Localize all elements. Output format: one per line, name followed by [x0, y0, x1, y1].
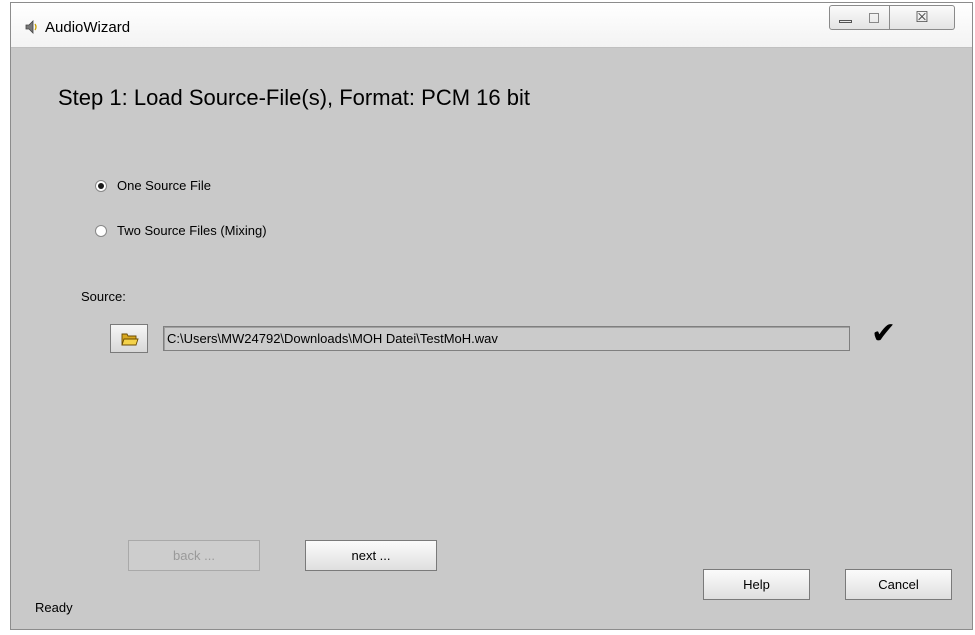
- radio-button[interactable]: [95, 224, 107, 237]
- radio-two-sources[interactable]: Two Source Files (Mixing): [95, 223, 267, 238]
- speaker-icon: [24, 20, 38, 34]
- help-button[interactable]: Help: [703, 569, 810, 600]
- source-path-field[interactable]: C:\Users\MW24792\Downloads\MOH Datei\Tes…: [163, 326, 850, 351]
- maximize-button[interactable]: [859, 5, 890, 30]
- minimize-icon: [839, 20, 852, 23]
- window-title: AudioWizard: [45, 19, 131, 36]
- source-label: Source:: [81, 289, 126, 304]
- checkmark-icon: ✔: [871, 317, 897, 350]
- folder-open-icon: [121, 333, 139, 346]
- status-text: Ready: [35, 600, 73, 615]
- radio-label: Two Source Files (Mixing): [117, 223, 267, 238]
- audiowizard-window: AudioWizard ☒ Step 1: Load Source-File(s…: [10, 2, 973, 630]
- close-button[interactable]: ☒: [890, 5, 955, 30]
- title-bar[interactable]: AudioWizard ☒: [11, 3, 972, 48]
- step-heading: Step 1: Load Source-File(s), Format: PCM…: [58, 85, 530, 110]
- maximize-icon: [869, 13, 879, 23]
- radio-button-checked[interactable]: [95, 179, 107, 192]
- next-button[interactable]: next ...: [305, 540, 437, 571]
- radio-one-source[interactable]: One Source File: [95, 178, 211, 193]
- back-button[interactable]: back ...: [128, 540, 260, 571]
- radio-label: One Source File: [117, 178, 211, 193]
- minimize-button[interactable]: [829, 5, 860, 30]
- close-icon: ☒: [915, 9, 929, 26]
- cancel-button[interactable]: Cancel: [845, 569, 952, 600]
- browse-button[interactable]: [110, 324, 148, 353]
